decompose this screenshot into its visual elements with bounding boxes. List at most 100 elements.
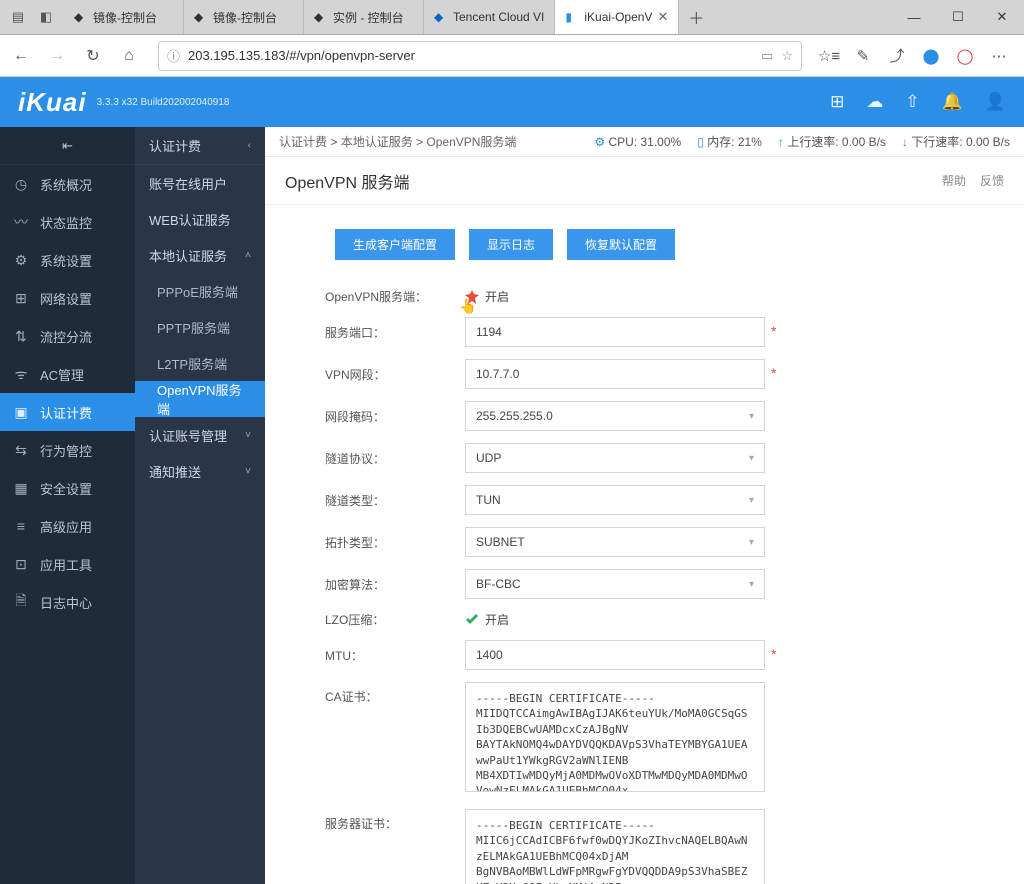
bookmark-icon[interactable]: ☆: [781, 48, 793, 64]
sidebar-collapse-icon[interactable]: ⇤: [0, 127, 135, 165]
close-icon[interactable]: ✕: [657, 9, 668, 25]
reader-icon[interactable]: ▭: [761, 48, 773, 64]
extension-icon[interactable]: ⬤: [916, 41, 946, 71]
nav2-account-mgmt[interactable]: 认证账号管理˅: [135, 417, 265, 453]
swap-icon: ⇆: [12, 442, 30, 459]
opera-icon[interactable]: ◯: [950, 41, 980, 71]
user-icon[interactable]: 👤: [985, 92, 1006, 112]
browser-tab[interactable]: ◆镜像-控制台: [64, 0, 184, 34]
tools-icon: ⊡: [12, 556, 30, 573]
proto-select[interactable]: UDP▾: [465, 443, 765, 473]
label-openvpn-service: OpenVPN服务端：: [325, 288, 465, 305]
browser-titlebar: ▤ ◧ ◆镜像-控制台 ◆镜像-控制台 ◆实例 - 控制台 ◆Tencent C…: [0, 0, 1024, 35]
restore-default-button[interactable]: 恢复默认配置: [567, 229, 675, 260]
new-tab-button[interactable]: ＋: [679, 0, 713, 34]
url-input[interactable]: ⓘ 203.195.135.183/#/vpn/openvpn-server ▭…: [158, 41, 802, 71]
check-icon: [465, 613, 479, 627]
nav1-flow[interactable]: ⇅流控分流: [0, 317, 135, 355]
favicon-icon: ◆: [194, 10, 208, 24]
mask-select[interactable]: 255.255.255.0▾: [465, 401, 765, 431]
browser-tab[interactable]: ◆镜像-控制台: [184, 0, 304, 34]
tunnel-type-select[interactable]: TUN▾: [465, 485, 765, 515]
chevron-down-icon: ˅: [245, 430, 251, 441]
server-cert-textarea[interactable]: [465, 809, 765, 884]
nav-refresh-icon[interactable]: ↻: [76, 39, 110, 73]
notes-icon[interactable]: ✎: [848, 41, 878, 71]
gear-icon: ⚙: [12, 252, 30, 269]
cloud-icon[interactable]: ☁: [866, 92, 883, 112]
label-port: 服务端口：: [325, 324, 465, 341]
nav2-openvpn[interactable]: OpenVPN服务端: [135, 381, 265, 417]
vpn-segment-input[interactable]: [465, 359, 765, 389]
help-link[interactable]: 帮助: [942, 172, 966, 189]
log-icon: 🗎: [12, 590, 30, 614]
nav1-system[interactable]: ⚙系统设置: [0, 241, 135, 279]
mtu-input[interactable]: [465, 640, 765, 670]
pulse-icon: 〰: [12, 212, 30, 232]
lzo-toggle[interactable]: 开启: [465, 611, 795, 628]
nav-back-icon[interactable]: ←: [4, 39, 38, 73]
window-maximize[interactable]: ☐: [936, 0, 980, 35]
status-bar: 认证计费 > 本地认证服务 > OpenVPN服务端 ⚙ CPU: 31.00%…: [265, 127, 1024, 157]
nav1-network[interactable]: ⊞网络设置: [0, 279, 135, 317]
nav1-logs[interactable]: 🗎日志中心: [0, 583, 135, 621]
bell-icon[interactable]: 🔔: [942, 92, 963, 112]
browser-tab[interactable]: ◆实例 - 控制台: [304, 0, 424, 34]
nav2-header: 认证计费‹: [135, 127, 265, 165]
shield-icon: ▦: [12, 480, 30, 497]
nav2-online-users[interactable]: 账号在线用户: [135, 165, 265, 201]
info-icon: ⓘ: [167, 46, 180, 65]
app-menu-icon[interactable]: ▤: [10, 9, 26, 25]
sidebar-toggle-icon[interactable]: ◧: [38, 9, 54, 25]
generate-client-config-button[interactable]: 生成客户端配置: [335, 229, 455, 260]
chevron-down-icon: ▾: [749, 453, 754, 464]
browser-tab-active[interactable]: ▮iKuai-OpenV✕: [555, 0, 679, 34]
favorites-icon[interactable]: ☆≡: [814, 41, 844, 71]
topology-select[interactable]: SUBNET▾: [465, 527, 765, 557]
chevron-down-icon: ▾: [749, 579, 754, 590]
nav1-overview[interactable]: ◷系统概况: [0, 165, 135, 203]
nav1-advanced[interactable]: ≡高级应用: [0, 507, 135, 545]
nav2-web-auth[interactable]: WEB认证服务: [135, 201, 265, 237]
nav1-behavior[interactable]: ⇆行为管控: [0, 431, 135, 469]
share-icon[interactable]: ⤴: [882, 41, 912, 71]
required-icon: *: [771, 323, 776, 339]
nav1-monitor[interactable]: 〰状态监控: [0, 203, 135, 241]
window-close[interactable]: ✕: [980, 0, 1024, 35]
more-icon[interactable]: ⋯: [984, 41, 1014, 71]
apps-icon[interactable]: ⊞: [830, 92, 844, 112]
nav2-pppoe[interactable]: PPPoE服务端: [135, 273, 265, 309]
nav1-auth[interactable]: ▣认证计费: [0, 393, 135, 431]
show-log-button[interactable]: 显示日志: [469, 229, 553, 260]
url-text: 203.195.135.183/#/vpn/openvpn-server: [188, 48, 415, 63]
nav2-notify[interactable]: 通知推送˅: [135, 453, 265, 489]
nav2-pptp[interactable]: PPTP服务端: [135, 309, 265, 345]
cipher-select[interactable]: BF-CBC▾: [465, 569, 765, 599]
nav-home-icon[interactable]: ⌂: [112, 39, 146, 73]
sidebar-primary: ⇤ ◷系统概况 〰状态监控 ⚙系统设置 ⊞网络设置 ⇅流控分流 ᯤAC管理 ▣认…: [0, 127, 135, 884]
feedback-link[interactable]: 反馈: [980, 172, 1004, 189]
chevron-up-icon: ˄: [245, 250, 251, 261]
chevron-down-icon: ▾: [749, 495, 754, 506]
openvpn-service-toggle[interactable]: 开启: [465, 288, 795, 305]
favicon-icon: ◆: [434, 10, 448, 24]
nav1-ac[interactable]: ᯤAC管理: [0, 355, 135, 393]
nav1-security[interactable]: ▦安全设置: [0, 469, 135, 507]
browser-tab[interactable]: ◆Tencent Cloud VI: [424, 0, 555, 34]
browser-tabs: ◆镜像-控制台 ◆镜像-控制台 ◆实例 - 控制台 ◆Tencent Cloud…: [64, 0, 892, 34]
chevron-left-icon[interactable]: ‹: [248, 140, 251, 151]
label-cipher: 加密算法：: [325, 576, 465, 593]
chevron-down-icon: ▾: [749, 411, 754, 422]
down-icon: ↓: [902, 135, 908, 149]
label-vpn-segment: VPN网段：: [325, 366, 465, 383]
nav2-local-auth[interactable]: 本地认证服务˄: [135, 237, 265, 273]
nav2-l2tp[interactable]: L2TP服务端: [135, 345, 265, 381]
mem-icon: ▯: [697, 135, 704, 149]
upgrade-icon[interactable]: ⇧: [905, 92, 919, 112]
cursor-hand-icon: 👆: [459, 298, 476, 315]
nav-forward-icon[interactable]: →: [40, 39, 74, 73]
nav1-tools[interactable]: ⊡应用工具: [0, 545, 135, 583]
ca-cert-textarea[interactable]: [465, 682, 765, 792]
window-minimize[interactable]: —: [892, 0, 936, 35]
port-input[interactable]: [465, 317, 765, 347]
